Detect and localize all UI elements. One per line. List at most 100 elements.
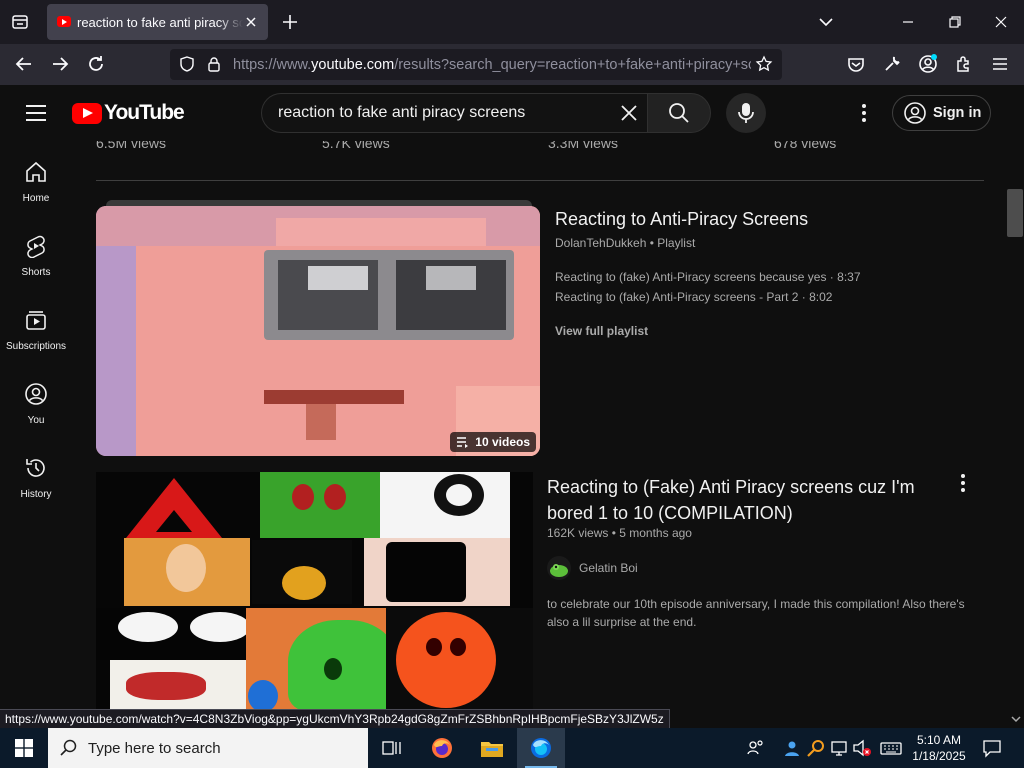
tab-close-icon[interactable] <box>242 13 260 31</box>
people-icon[interactable] <box>746 738 766 758</box>
clock-time: 5:10 AM <box>916 733 962 747</box>
tab-title: reaction to fake anti piracy screens - Y… <box>77 15 243 30</box>
playlist-icon <box>457 437 469 448</box>
sign-in-label: Sign in <box>933 105 982 121</box>
tracking-protection-shield-icon[interactable] <box>178 55 196 73</box>
wrench-icon[interactable] <box>881 53 903 75</box>
reload-icon[interactable] <box>85 53 107 75</box>
sign-in-button[interactable]: Sign in <box>892 95 991 131</box>
guide-item-label: Subscriptions <box>5 341 67 352</box>
thumb-pixel-block <box>276 218 486 246</box>
thumb-shape <box>248 680 278 712</box>
playlist-thumbnail[interactable]: 10 videos <box>96 206 540 456</box>
task-view-icon[interactable] <box>368 728 416 768</box>
video-title[interactable]: Reacting to (Fake) Anti Piracy screens c… <box>547 474 937 526</box>
youtube-logo[interactable]: YouTube <box>72 101 185 124</box>
guide-item-subscriptions[interactable]: Subscriptions <box>0 294 72 364</box>
settings-more-icon[interactable] <box>852 101 876 125</box>
playlist-title[interactable]: Reacting to Anti-Piracy Screens <box>555 209 808 230</box>
youtube-wordmark: YouTube <box>104 101 185 124</box>
url-prefix: https://www. <box>233 57 312 73</box>
list-all-tabs-icon[interactable] <box>816 12 836 32</box>
search-input[interactable]: reaction to fake anti piracy screens <box>261 93 647 133</box>
search-button[interactable] <box>647 93 711 133</box>
new-tab-icon[interactable] <box>280 12 300 32</box>
windows-taskbar: Type here to search 5:10 AM 1/18/2025 <box>0 728 1024 768</box>
guide-item-home[interactable]: Home <box>0 146 72 216</box>
scroll-down-arrow-icon[interactable] <box>1008 712 1024 726</box>
youtube-header: YouTube reaction to fake anti piracy scr… <box>0 85 1008 141</box>
playlist-video-count-badge: 10 videos <box>450 432 536 452</box>
video-age: 5 months ago <box>619 526 692 540</box>
clear-search-icon[interactable] <box>617 101 641 125</box>
thumb-shape <box>118 612 178 642</box>
video-action-menu-icon[interactable] <box>952 472 974 494</box>
thumb-shape <box>396 612 496 708</box>
guide-item-shorts[interactable]: Shorts <box>0 220 72 290</box>
search-query-text[interactable]: reaction to fake anti piracy screens <box>278 104 525 122</box>
taskbar-search-box[interactable]: Type here to search <box>48 728 368 768</box>
lock-icon[interactable] <box>205 55 223 73</box>
taskbar-clock[interactable]: 5:10 AM 1/18/2025 <box>908 732 970 764</box>
search-icon <box>669 103 689 123</box>
back-icon[interactable] <box>13 53 35 75</box>
playlist-video-item[interactable]: Reacting to (fake) Anti-Piracy screens b… <box>555 270 861 284</box>
search-tool-icon[interactable] <box>806 738 826 758</box>
you-icon <box>25 383 47 405</box>
playlist-video-item[interactable]: Reacting to (fake) Anti-Piracy screens -… <box>555 290 832 304</box>
notifications-icon[interactable] <box>982 738 1002 758</box>
url-text[interactable]: https://www.youtube.com/results?search_q… <box>233 57 751 73</box>
video-meta: 162K views • 5 months ago <box>547 526 692 540</box>
network-icon[interactable] <box>830 738 850 758</box>
volume-muted-icon[interactable] <box>852 738 872 758</box>
video-thumbnail[interactable] <box>96 472 533 712</box>
thumb-pixel-block <box>306 404 336 440</box>
keyboard-icon[interactable] <box>880 738 902 758</box>
voice-search-button[interactable] <box>726 93 766 133</box>
guide-item-you[interactable]: You <box>0 368 72 438</box>
video-views: 162K views <box>547 526 609 540</box>
video-channel-name[interactable]: Gelatin Boi <box>579 561 638 575</box>
thumb-shape <box>288 620 398 712</box>
firefox-dev-taskbar-icon[interactable] <box>517 728 565 768</box>
playlist-type: Playlist <box>657 236 696 250</box>
url-path: /results?search_query=reaction+to+fake+a… <box>394 57 751 73</box>
thumb-pixel-block <box>426 266 476 290</box>
close-window-icon[interactable] <box>991 12 1011 32</box>
restore-icon[interactable] <box>945 12 965 32</box>
account-icon[interactable] <box>917 53 939 75</box>
guide-menu-icon[interactable] <box>24 103 48 123</box>
start-button[interactable] <box>0 728 48 768</box>
clock-date: 1/18/2025 <box>912 749 966 763</box>
bookmark-star-icon[interactable] <box>755 55 773 73</box>
pocket-icon[interactable] <box>845 53 867 75</box>
playlist-video-duration: 8:02 <box>809 290 833 304</box>
thumb-shape <box>426 638 442 656</box>
playlist-meta: DolanTehDukkeh • Playlist <box>555 236 696 250</box>
forward-icon[interactable] <box>49 53 71 75</box>
extensions-icon[interactable] <box>953 53 975 75</box>
link-status-bar: https://www.youtube.com/watch?v=4C8N3ZbV… <box>0 709 670 728</box>
windows-logo-icon <box>15 739 33 757</box>
app-menu-icon[interactable] <box>989 53 1011 75</box>
playlist-video-title: Reacting to (fake) Anti-Piracy screens -… <box>555 290 799 304</box>
taskbar-search-placeholder: Type here to search <box>88 740 221 757</box>
firefox-taskbar-icon[interactable] <box>418 728 466 768</box>
youtube-play-icon <box>72 102 102 124</box>
guide-item-history[interactable]: History <box>0 442 72 512</box>
subscriptions-icon <box>26 311 46 330</box>
home-icon <box>26 161 46 182</box>
tab-list-icon[interactable] <box>6 8 34 36</box>
thumb-shape <box>324 658 342 680</box>
minimize-icon[interactable] <box>898 12 918 32</box>
address-bar[interactable]: https://www.youtube.com/results?search_q… <box>170 49 782 80</box>
thumb-shape <box>282 566 326 600</box>
scrollbar-thumb[interactable] <box>1007 189 1023 237</box>
file-explorer-icon[interactable] <box>468 728 516 768</box>
view-full-playlist-link[interactable]: View full playlist <box>555 324 648 338</box>
playlist-channel[interactable]: DolanTehDukkeh <box>555 236 646 250</box>
channel-avatar[interactable] <box>547 556 571 580</box>
thumb-shape <box>292 484 314 510</box>
browser-tab-active[interactable]: reaction to fake anti piracy screens - Y… <box>47 4 268 40</box>
network-user-icon[interactable] <box>782 738 802 758</box>
